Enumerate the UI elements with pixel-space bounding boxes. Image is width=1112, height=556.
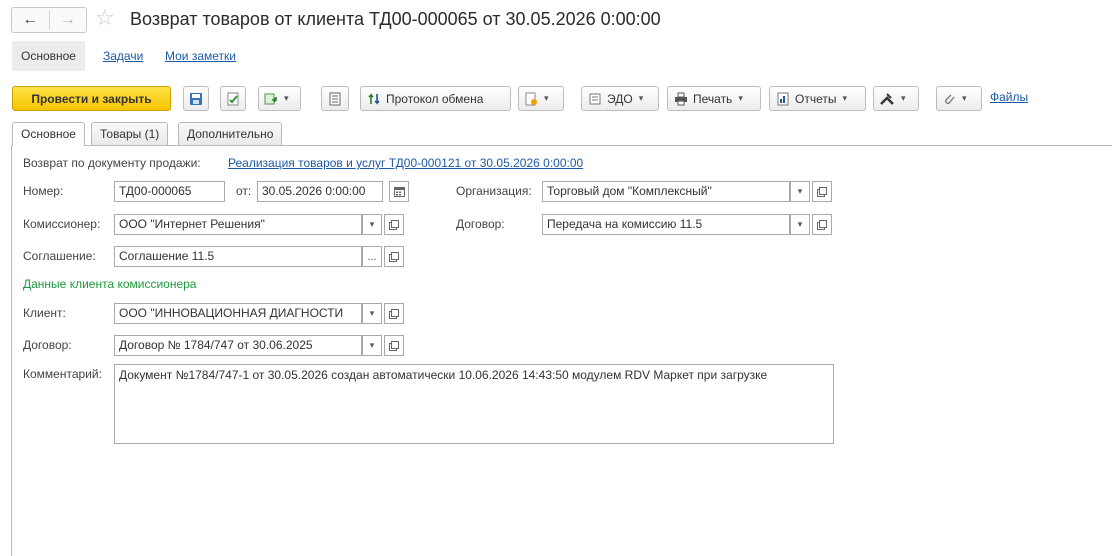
open-form-icon [817,186,827,197]
print-button[interactable]: Печать ▾ [667,86,761,111]
contract-label: Договор: [456,217,505,231]
chevron-down-icon: ▾ [797,219,803,229]
printer-icon [675,92,687,105]
chevron-down-icon: ▾ [284,93,289,103]
tab-goods[interactable]: Товары (1) [91,122,169,145]
calendar-button[interactable] [389,181,409,202]
agreement-select-button[interactable]: ... [362,246,382,267]
back-button[interactable]: ← [12,8,49,32]
chevron-down-icon: ▾ [544,93,549,103]
commissioner-open-button[interactable] [384,214,404,235]
document-fill-icon [525,92,537,105]
paperclip-icon [945,94,955,104]
chevron-down-icon: ▾ [369,219,375,229]
return-document-label: Возврат по документу продажи: [23,156,201,170]
tab-strip-line [11,145,1112,146]
history-nav: ← → [11,7,87,33]
window-title: Возврат товаров от клиента ТД00-000065 о… [130,9,661,29]
document-structure-button[interactable] [321,86,349,111]
client-dropdown-button[interactable]: ▾ [362,303,382,324]
client-contract-field[interactable]: Договор № 1784/747 от 30.06.2025 [114,335,362,356]
section-notes[interactable]: Мои заметки [165,41,236,71]
tab-additional[interactable]: Дополнительно [178,122,283,145]
open-form-icon [389,219,399,230]
save-icon [190,92,202,105]
date-field[interactable]: 30.05.2026 0:00:00 [257,181,383,202]
contract-dropdown-button[interactable]: ▾ [790,214,810,235]
client-label: Клиент: [23,306,66,320]
exchange-icon [368,92,380,105]
contract-field[interactable]: Передача на комиссию 11.5 [542,214,790,235]
section-tasks[interactable]: Задачи [103,41,143,71]
edo-button[interactable]: ЭДО ▾ [581,86,659,111]
organization-dropdown-button[interactable]: ▾ [790,181,810,202]
organization-open-button[interactable] [812,181,832,202]
exchange-log-label: Протокол обмена [386,91,484,106]
open-form-icon [389,308,399,319]
form-border [11,145,12,556]
arrow-left-icon: ← [22,11,39,28]
client-contract-label: Договор: [23,338,72,352]
commissioner-label: Комиссионер: [23,217,101,231]
chevron-down-icon: ▾ [638,93,644,103]
save-button[interactable] [183,86,209,111]
chevron-down-icon: ▾ [738,93,743,103]
contract-open-button[interactable] [812,214,832,235]
number-field[interactable]: ТД00-000065 [114,181,225,202]
client-open-button[interactable] [384,303,404,324]
agreement-field[interactable]: Соглашение 11.5 [114,246,362,267]
open-form-icon [389,251,399,262]
client-section-title: Данные клиента комиссионера [23,277,197,291]
tab-main[interactable]: Основное [12,122,85,146]
post-button[interactable] [220,86,246,111]
organization-field[interactable]: Торговый дом "Комплексный" [542,181,790,202]
chevron-down-icon: ▾ [842,93,848,103]
attachments-button[interactable]: ▾ [936,86,982,111]
reports-label: Отчеты [795,91,837,106]
client-field[interactable]: ООО "ИННОВАЦИОННАЯ ДИАГНОСТИ [114,303,362,324]
chevron-down-icon: ▾ [797,186,803,196]
exchange-log-button[interactable]: Протокол обмена [360,86,511,111]
more-actions-button[interactable]: ▾ [873,86,919,111]
agreement-open-button[interactable] [384,246,404,267]
client-contract-dropdown-button[interactable]: ▾ [362,335,382,356]
section-main[interactable]: Основное [12,41,85,71]
return-document-link[interactable]: Реализация товаров и услуг ТД00-000121 о… [228,153,583,173]
post-and-close-label: Провести и закрыть [31,91,152,106]
edo-label: ЭДО [607,91,633,106]
number-label: Номер: [23,184,64,198]
agreement-label: Соглашение: [23,249,96,263]
forward-button[interactable]: → [50,8,87,32]
comment-label: Комментарий: [23,367,102,381]
commissioner-dropdown-button[interactable]: ▾ [362,214,382,235]
fill-button[interactable]: ▾ [518,86,564,111]
create-based-on-button[interactable]: ▾ [258,86,301,111]
create-based-on-icon [264,93,278,104]
edo-icon [589,93,601,104]
reports-button[interactable]: Отчеты ▾ [769,86,866,111]
organization-label: Организация: [456,184,532,198]
post-and-close-button[interactable]: Провести и закрыть [12,86,171,111]
tools-icon [880,92,894,105]
comment-textarea[interactable]: Документ №1784/747-1 от 30.05.2026 созда… [114,364,834,444]
commissioner-field[interactable]: ООО "Интернет Решения" [114,214,362,235]
files-link[interactable]: Файлы [990,90,1028,104]
chevron-down-icon: ▾ [901,93,906,103]
open-form-icon [817,219,827,230]
chevron-down-icon: ▾ [369,308,375,318]
arrow-right-icon: → [59,11,76,28]
list-icon [329,92,341,105]
print-label: Печать [693,91,733,106]
report-icon [777,92,789,105]
open-form-icon [389,340,399,351]
chevron-down-icon: ▾ [369,340,375,350]
calendar-icon [393,187,405,197]
client-contract-open-button[interactable] [384,335,404,356]
post-document-icon [227,92,239,105]
chevron-down-icon: ▾ [962,93,967,103]
ellipsis-icon: ... [367,250,377,263]
date-from-label: от: [236,184,252,198]
favorite-star-icon[interactable]: ☆ [95,6,115,30]
